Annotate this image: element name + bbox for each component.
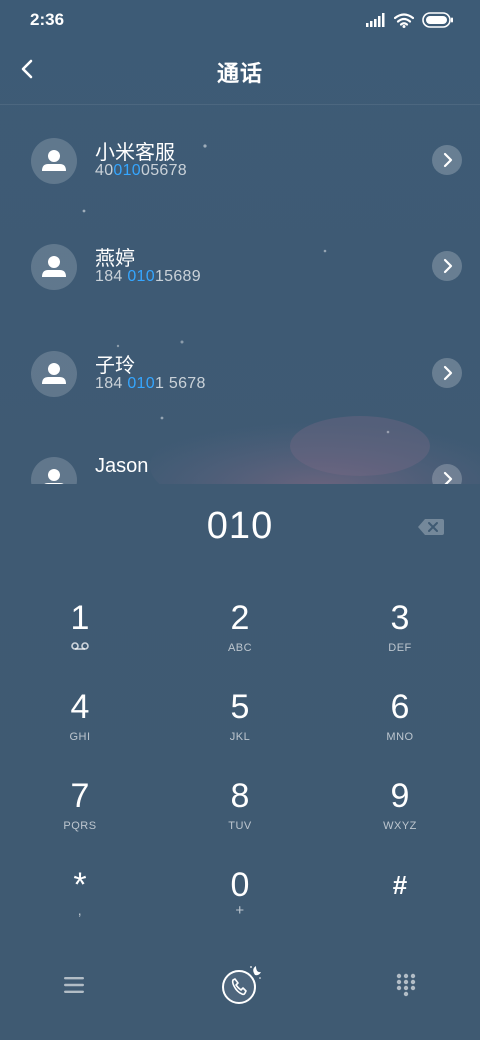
avatar xyxy=(31,351,77,397)
key-8[interactable]: 8 TUV xyxy=(160,776,320,856)
key-0[interactable]: 0 + xyxy=(160,865,320,945)
avatar xyxy=(31,138,77,184)
number-match-highlight: 010 xyxy=(127,375,155,392)
contact-detail-button[interactable] xyxy=(432,464,462,484)
status-time: 2:36 xyxy=(30,10,65,29)
backspace-button[interactable] xyxy=(417,517,445,537)
person-icon xyxy=(42,150,66,171)
chevron-right-icon xyxy=(443,258,453,274)
key-1[interactable]: 1 xyxy=(0,598,160,678)
contact-detail-button[interactable] xyxy=(432,358,462,388)
contact-detail-button[interactable] xyxy=(432,145,462,175)
person-icon xyxy=(42,363,66,384)
menu-icon xyxy=(64,977,84,993)
contact-list: 小米客服 4001005678 燕婷 184 01015689 子玲 184 0… xyxy=(0,106,480,484)
key-3[interactable]: 3 DEF xyxy=(320,598,480,678)
person-icon xyxy=(44,469,64,484)
key-5[interactable]: 5 JKL xyxy=(160,687,320,767)
contact-name: Jason xyxy=(95,455,149,477)
dialpad-icon xyxy=(396,973,416,997)
key-7[interactable]: 7 PQRS xyxy=(0,776,160,856)
key-2[interactable]: 2 ABC xyxy=(160,598,320,678)
contact-name: 小米客服 xyxy=(95,142,175,164)
contact-number: 184 0101 5678 xyxy=(95,375,206,392)
avatar xyxy=(31,244,77,290)
contact-item[interactable]: 燕婷 184 01015689 xyxy=(0,238,480,328)
contact-name: 子玲 xyxy=(95,355,135,377)
voicemail-icon xyxy=(0,641,160,655)
call-button[interactable] xyxy=(210,955,270,1015)
chevron-right-icon xyxy=(443,471,453,484)
contact-item[interactable]: 子玲 184 0101 5678 xyxy=(0,345,480,435)
contact-item[interactable]: 小米客服 4001005678 xyxy=(0,132,480,222)
page-title: 通话 xyxy=(216,61,263,86)
dialed-number: 010 xyxy=(206,505,274,547)
avatar xyxy=(31,457,77,484)
status-bar: 2:36 xyxy=(0,0,480,40)
battery-icon xyxy=(422,12,454,33)
chevron-right-icon xyxy=(443,152,453,168)
wifi-icon xyxy=(393,12,415,33)
contact-name: 燕婷 xyxy=(95,248,135,270)
number-match-highlight: 010 xyxy=(127,268,155,285)
dialed-number-display: 010 xyxy=(0,495,480,559)
signal-icon xyxy=(366,13,386,32)
contact-detail-button[interactable] xyxy=(432,251,462,281)
key-9[interactable]: 9 WXYZ xyxy=(320,776,480,856)
header: 通话 xyxy=(0,40,480,105)
chevron-right-icon xyxy=(443,365,453,381)
key-4[interactable]: 4 GHI xyxy=(0,687,160,767)
call-icon xyxy=(222,966,261,1004)
contact-number: 184 01015689 xyxy=(95,268,201,285)
key-star[interactable]: * , xyxy=(0,865,160,945)
dialpad-button[interactable] xyxy=(376,955,436,1015)
menu-button[interactable] xyxy=(44,955,104,1015)
key-6[interactable]: 6 MNO xyxy=(320,687,480,767)
contact-number: 4001005678 xyxy=(95,162,188,179)
number-match-highlight: 010 xyxy=(113,162,142,179)
backspace-icon xyxy=(418,519,444,535)
status-icons xyxy=(366,12,454,33)
person-icon xyxy=(42,256,66,277)
contact-item[interactable]: Jason xyxy=(0,451,480,484)
bottom-bar xyxy=(0,955,480,1025)
key-hash[interactable]: # xyxy=(320,865,480,945)
